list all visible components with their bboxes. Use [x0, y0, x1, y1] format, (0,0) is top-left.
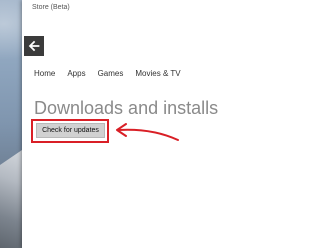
desktop-background: Store (Beta) Home Apps Games Movies & TV…	[0, 0, 250, 248]
window-title: Store (Beta)	[32, 4, 70, 11]
red-arrow-icon	[116, 123, 179, 141]
page-title: Downloads and installs	[34, 98, 219, 118]
back-button[interactable]	[24, 36, 44, 56]
back-arrow-icon	[28, 40, 40, 52]
store-window: Store (Beta) Home Apps Games Movies & TV…	[22, 0, 250, 248]
annotation-highlight-box	[31, 119, 109, 143]
title-bar[interactable]: Store (Beta)	[22, 0, 250, 30]
nav-games[interactable]: Games	[98, 69, 124, 78]
nav-movies-tv[interactable]: Movies & TV	[135, 69, 180, 78]
main-nav: Home Apps Games Movies & TV	[34, 69, 193, 78]
nav-apps[interactable]: Apps	[67, 69, 85, 78]
nav-home[interactable]: Home	[34, 69, 55, 78]
